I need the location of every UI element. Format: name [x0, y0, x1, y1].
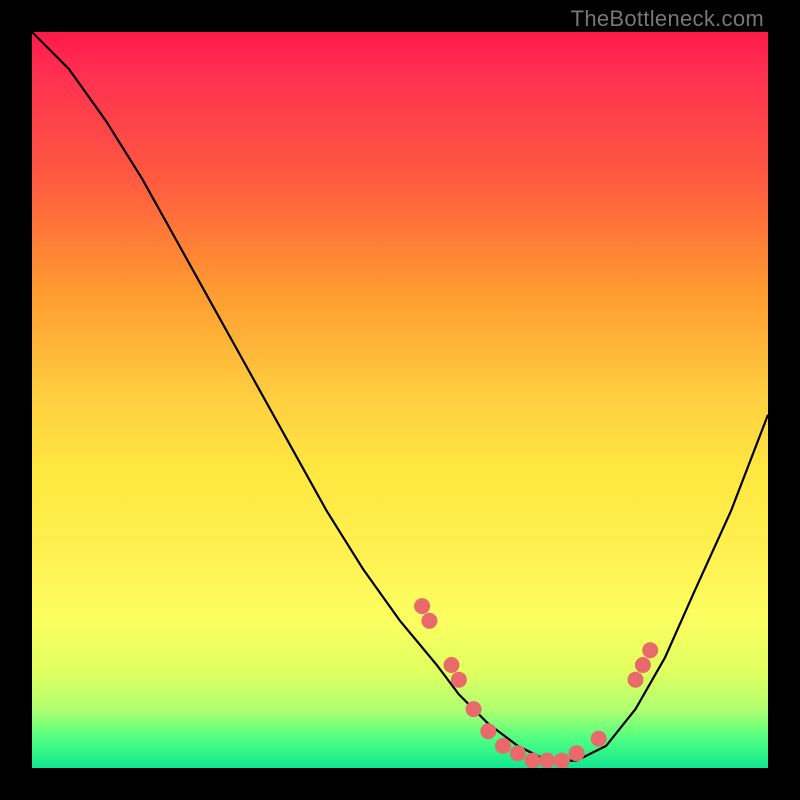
chart-container: TheBottleneck.com: [0, 0, 800, 800]
data-marker: [444, 657, 460, 673]
data-marker: [421, 613, 437, 629]
data-marker: [414, 598, 430, 614]
data-marker: [480, 723, 496, 739]
watermark-text: TheBottleneck.com: [571, 6, 764, 32]
data-marker: [591, 731, 607, 747]
bottleneck-curve: [32, 32, 768, 768]
plot-area: [32, 32, 768, 768]
data-marker: [569, 745, 585, 761]
data-marker: [539, 753, 555, 768]
data-marker: [642, 642, 658, 658]
data-marker: [635, 657, 651, 673]
data-marker: [554, 753, 570, 768]
data-marker: [525, 753, 541, 768]
data-marker: [510, 745, 526, 761]
data-marker: [451, 672, 467, 688]
data-marker: [628, 672, 644, 688]
data-marker: [495, 738, 511, 754]
data-marker: [466, 701, 482, 717]
